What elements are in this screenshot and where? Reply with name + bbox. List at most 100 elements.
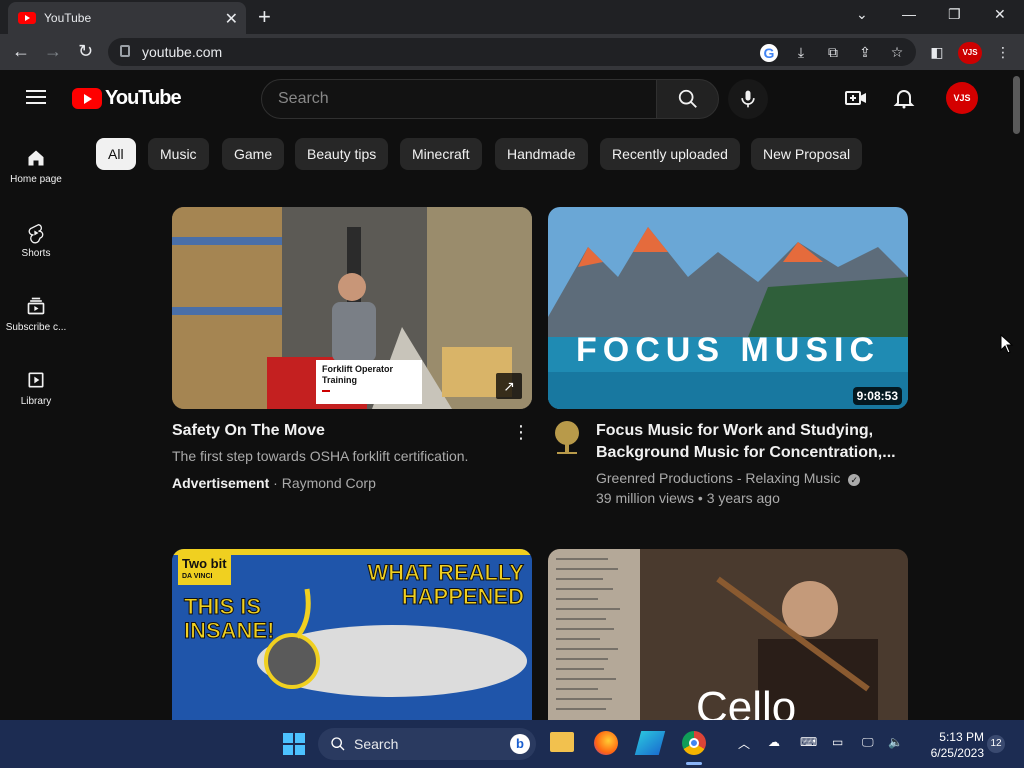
- sidebar-item-subscriptions[interactable]: Subscribe c...: [0, 288, 72, 348]
- install-app-icon[interactable]: ⤓: [792, 43, 810, 61]
- youtube-logo-icon: [72, 88, 102, 109]
- ad-meta: Advertisement · Raymond Corp: [172, 475, 376, 491]
- browser-menu-icon[interactable]: ⋮: [994, 43, 1012, 61]
- voice-search-button[interactable]: [728, 79, 768, 119]
- channel-avatar[interactable]: [550, 420, 584, 456]
- taskbar-clock[interactable]: 5:13 PM 6/25/2023: [914, 729, 984, 761]
- reload-icon[interactable]: ↻: [78, 41, 93, 62]
- minimize-icon[interactable]: —: [902, 6, 916, 22]
- windows-taskbar: Search b ︿ ☁ ⌨ ▭ 🖵 🔈 5:13 PM 6/25/2023 1…: [0, 720, 1024, 768]
- menu-hamburger-icon[interactable]: [26, 90, 46, 104]
- taskbar-search-label: Search: [354, 736, 399, 752]
- forward-arrow-icon[interactable]: →: [44, 41, 62, 62]
- volume-icon[interactable]: 🔈: [888, 735, 903, 749]
- chrome-icon[interactable]: [682, 731, 706, 755]
- youtube-logo[interactable]: YouTube: [72, 87, 182, 110]
- more-options-icon[interactable]: ⋮: [512, 422, 530, 443]
- share-icon[interactable]: ⇪: [856, 43, 874, 61]
- chip-game[interactable]: Game: [222, 138, 285, 170]
- create-video-icon[interactable]: [844, 86, 868, 110]
- advertiser-name[interactable]: · Raymond Corp: [269, 475, 376, 491]
- back-arrow-icon[interactable]: ←: [12, 41, 30, 62]
- video-thumbnail[interactable]: Two bit DA VINCI WHAT REALLY HAPPENED TH…: [172, 549, 532, 720]
- notification-count-badge[interactable]: 12: [987, 735, 1005, 753]
- keyboard-icon[interactable]: ⌨: [800, 735, 817, 749]
- app-icon[interactable]: [634, 731, 666, 755]
- chip-handmade[interactable]: Handmade: [495, 138, 588, 170]
- browser-tab[interactable]: YouTube ✕: [8, 2, 246, 34]
- chip-new-proposal[interactable]: New Proposal: [751, 138, 863, 170]
- tab-search-chevron-icon[interactable]: ⌄: [856, 6, 868, 23]
- address-url: youtube.com: [142, 44, 223, 60]
- ad-thumbnail[interactable]: Forklift Operator Training ↗: [172, 207, 532, 409]
- cloud-offline-icon[interactable]: ☁: [768, 735, 780, 749]
- close-tab-icon[interactable]: ✕: [225, 9, 238, 29]
- search-icon: [331, 737, 345, 751]
- channel-name[interactable]: Greenred Productions - Relaxing Music: [596, 470, 840, 486]
- sidebar-item-library[interactable]: Library: [0, 362, 72, 422]
- video-thumbnail[interactable]: Cello: [548, 549, 908, 720]
- new-tab-icon[interactable]: +: [258, 4, 271, 30]
- channel-name-row: Greenred Productions - Relaxing Music ✓: [596, 470, 861, 486]
- external-link-icon[interactable]: ↗: [496, 373, 522, 399]
- network-icon[interactable]: 🖵: [862, 735, 874, 750]
- notifications-bell-icon[interactable]: [892, 86, 916, 110]
- video-stats: 39 million views • 3 years ago: [596, 490, 780, 506]
- verified-badge-icon: ✓: [848, 474, 861, 486]
- sidebar-item-shorts[interactable]: Shorts: [0, 214, 72, 274]
- browser-profile-avatar[interactable]: VJS: [958, 42, 982, 64]
- chip-music[interactable]: Music: [148, 138, 209, 170]
- firefox-icon[interactable]: [594, 731, 618, 755]
- taskbar-search[interactable]: Search b: [318, 728, 536, 760]
- lock-icon: [120, 45, 130, 57]
- chip-beauty-tips[interactable]: Beauty tips: [295, 138, 389, 170]
- windows-start-icon[interactable]: [282, 732, 306, 756]
- restore-icon[interactable]: ❐: [948, 6, 961, 23]
- browser-toolbar: ← → ↻ youtube.com G ⤓ ⧉ ⇪ ☆ ◧ VJS ⋮: [0, 34, 1024, 70]
- thumbnail-title-text: Cello: [696, 683, 797, 720]
- chip-minecraft[interactable]: Minecraft: [400, 138, 482, 170]
- page-scrollbar-track[interactable]: [1010, 70, 1024, 720]
- thumbnail-subheadline-line: THIS IS: [183, 594, 262, 619]
- ad-label: Advertisement: [172, 475, 270, 491]
- close-window-icon[interactable]: ✕: [994, 6, 1006, 23]
- video-title-line: Focus Music for Work and Studying,: [596, 422, 874, 439]
- page-scrollbar-thumb[interactable]: [1013, 76, 1020, 134]
- shorts-icon: [28, 223, 44, 244]
- account-avatar[interactable]: VJS: [946, 82, 978, 114]
- chip-all[interactable]: All: [96, 138, 136, 170]
- chip-recently-uploaded[interactable]: Recently uploaded: [600, 138, 740, 170]
- bing-icon[interactable]: b: [510, 734, 530, 754]
- search-input[interactable]: [278, 90, 638, 108]
- search-button[interactable]: [656, 79, 719, 119]
- translate-icon[interactable]: ⧉: [824, 43, 842, 61]
- youtube-favicon-icon: [18, 12, 36, 24]
- side-panel-icon[interactable]: ◧: [928, 43, 946, 61]
- google-icon[interactable]: G: [760, 44, 778, 62]
- sidebar-item-label: Shorts: [21, 248, 51, 259]
- video-title[interactable]: Focus Music for Work and Studying, Backg…: [596, 420, 896, 464]
- youtube-header: YouTube VJS: [0, 70, 1010, 126]
- thumbnail-caption-box: Forklift Operator Training: [316, 360, 422, 404]
- video-thumbnail[interactable]: FOCUS MUSIC 9:08:53: [548, 207, 908, 409]
- video-title-line: Background Music for Concentration,...: [596, 444, 896, 461]
- tray-overflow-chevron-icon[interactable]: ︿: [738, 735, 750, 752]
- sidebar-item-home[interactable]: Home page: [0, 140, 72, 200]
- tab-title: YouTube: [44, 11, 92, 25]
- file-explorer-icon[interactable]: [550, 732, 574, 752]
- ad-title[interactable]: Safety On The Move: [172, 420, 492, 442]
- channel-brand-badge: Two bit DA VINCI: [178, 555, 231, 585]
- brand-text: Two bit: [182, 556, 227, 571]
- brand-subtext: DA VINCI: [182, 573, 213, 580]
- bookmark-star-icon[interactable]: ☆: [888, 43, 906, 61]
- thumbnail-caption-line: Training: [322, 375, 358, 385]
- ad-description: The first step towards OSHA forklift cer…: [172, 448, 469, 464]
- thumbnail-title-text: FOCUS MUSIC: [576, 331, 880, 369]
- active-app-indicator: [686, 762, 702, 765]
- tablet-mode-icon[interactable]: ▭: [832, 735, 843, 749]
- library-icon: [28, 372, 44, 388]
- thumbnail-subheadline: THIS IS INSANE!: [183, 594, 274, 643]
- sidebar-item-label: Home page: [10, 174, 62, 185]
- clock-date: 6/25/2023: [930, 746, 984, 760]
- sidebar-item-label: Library: [20, 396, 52, 407]
